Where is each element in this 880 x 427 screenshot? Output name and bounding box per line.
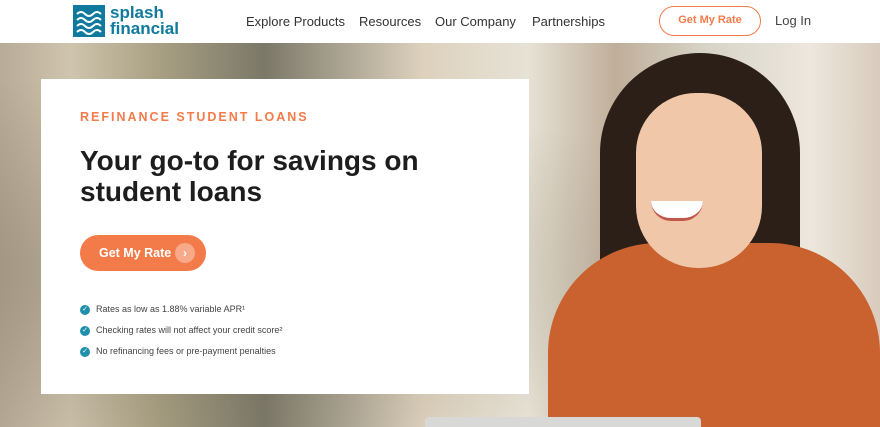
hero-person-face xyxy=(636,93,762,268)
logo-wave-icon xyxy=(73,5,105,37)
hero-get-my-rate-button[interactable]: Get My Rate › xyxy=(80,235,206,271)
hero-person-sweater xyxy=(548,243,880,427)
login-link[interactable]: Log In xyxy=(775,0,811,41)
nav-partnerships[interactable]: Partnerships xyxy=(532,0,605,43)
logo[interactable]: splash financial xyxy=(73,4,179,38)
hero-cta-label: Get My Rate xyxy=(99,246,172,260)
benefit-item: ✓ Rates as low as 1.88% variable APR¹ xyxy=(80,303,282,324)
benefit-item: ✓ Checking rates will not affect your cr… xyxy=(80,324,282,345)
benefit-text: No refinancing fees or pre-payment penal… xyxy=(96,346,276,356)
logo-wordmark: splash financial xyxy=(110,4,179,38)
hero-card: REFINANCE STUDENT LOANS Your go-to for s… xyxy=(41,79,529,394)
check-circle-icon: ✓ xyxy=(80,326,90,336)
hero-headline: Your go-to for savings on student loans xyxy=(80,145,419,207)
nav-explore-products[interactable]: Explore Products xyxy=(246,0,345,43)
benefit-list: ✓ Rates as low as 1.88% variable APR¹ ✓ … xyxy=(80,303,282,366)
logo-line-2: financial xyxy=(110,19,179,38)
site-header: splash financial Explore Products Resour… xyxy=(0,0,880,43)
benefit-text: Checking rates will not affect your cred… xyxy=(96,325,283,335)
benefit-text: Rates as low as 1.88% variable APR¹ xyxy=(96,304,246,314)
check-circle-icon: ✓ xyxy=(80,305,90,315)
header-get-my-rate-button[interactable]: Get My Rate xyxy=(659,6,761,36)
nav-resources[interactable]: Resources xyxy=(359,0,421,43)
chevron-right-icon: › xyxy=(175,243,195,263)
hero-eyebrow: REFINANCE STUDENT LOANS xyxy=(80,110,309,124)
nav-our-company[interactable]: Our Company xyxy=(435,0,516,43)
check-circle-icon: ✓ xyxy=(80,347,90,357)
benefit-item: ✓ No refinancing fees or pre-payment pen… xyxy=(80,345,282,366)
hero-laptop xyxy=(425,417,701,427)
